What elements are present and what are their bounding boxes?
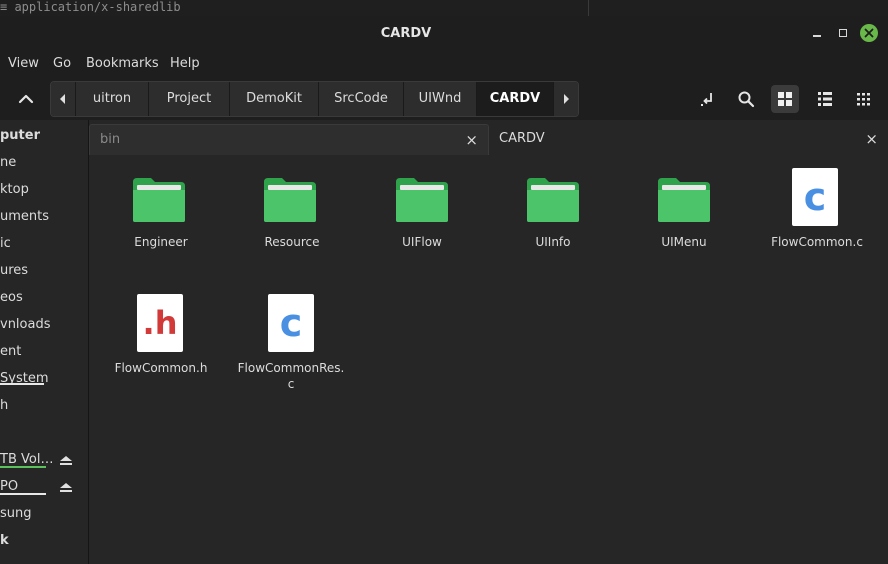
- background-window-text: ≡ application/x-sharedlib: [0, 0, 181, 14]
- sidebar-item-recent[interactable]: ent: [0, 338, 21, 365]
- file-item[interactable]: .h FlowCommon.h: [101, 293, 221, 393]
- menu-bar: View Go Bookmarks Help: [0, 50, 888, 78]
- tab-label: bin: [100, 132, 121, 147]
- compact-icon: [857, 93, 870, 106]
- tab-cardv[interactable]: CARDV ×: [489, 124, 888, 154]
- go-up-button[interactable]: [12, 87, 40, 111]
- sidebar-item-tb-volume[interactable]: TB Vol…: [0, 446, 53, 473]
- title-bar: CARDV: [0, 16, 888, 50]
- eject-icon[interactable]: [60, 483, 72, 493]
- usage-bar: [0, 466, 46, 468]
- file-item[interactable]: c FlowCommon.c: [757, 168, 877, 260]
- close-icon: [864, 28, 874, 38]
- list-icon: [818, 92, 832, 106]
- search-button[interactable]: [732, 85, 760, 113]
- sidebar-header-computer: puter: [0, 128, 41, 143]
- c-file-icon: c: [792, 168, 838, 226]
- triangle-left-icon: [60, 94, 65, 104]
- location-icon: [701, 93, 712, 106]
- icon-view-button[interactable]: [771, 85, 799, 113]
- file-name: UIInfo: [535, 235, 571, 249]
- breadcrumb-uitron[interactable]: uitron: [75, 82, 148, 116]
- breadcrumb-demokit[interactable]: DemoKit: [229, 82, 318, 116]
- file-name: FlowCommonRes.: [237, 361, 345, 375]
- sidebar-item-downloads[interactable]: vnloads: [0, 311, 51, 338]
- breadcrumb-scroll-right[interactable]: [553, 82, 578, 116]
- usage-bar: [0, 383, 44, 385]
- sidebar-item-trash[interactable]: h: [0, 392, 8, 419]
- file-name: UIMenu: [661, 235, 707, 249]
- file-glyph: .h: [142, 304, 178, 342]
- triangle-right-icon: [564, 94, 569, 104]
- sidebar-item-videos[interactable]: eos: [0, 284, 23, 311]
- breadcrumb-srccode[interactable]: SrcCode: [318, 82, 403, 116]
- h-file-icon: .h: [137, 294, 183, 352]
- grid-icon: [778, 92, 792, 106]
- folder-icon: [133, 178, 185, 222]
- maximize-button[interactable]: [834, 24, 852, 42]
- file-glyph: c: [279, 301, 303, 345]
- window-title: CARDV: [380, 26, 432, 41]
- toolbar: uitron Project DemoKit SrcCode UIWnd CAR…: [0, 78, 888, 120]
- usage-bar: [0, 493, 46, 495]
- folder-item[interactable]: Engineer: [101, 170, 221, 260]
- file-view: bin × CARDV × Engineer Resource UIFlow U…: [89, 120, 888, 564]
- folder-icon: [264, 178, 316, 222]
- file-item[interactable]: c FlowCommonRes. c: [231, 293, 351, 403]
- file-name: FlowCommon.c: [771, 235, 863, 249]
- folder-item[interactable]: Resource: [232, 170, 352, 260]
- file-name-continued: c: [287, 377, 295, 391]
- close-tab-button[interactable]: ×: [865, 124, 878, 154]
- folder-icon: [658, 178, 710, 222]
- menu-help[interactable]: Help: [170, 50, 200, 78]
- search-icon: [738, 91, 755, 108]
- breadcrumb-scroll-left[interactable]: [51, 82, 75, 116]
- file-name: UIFlow: [402, 235, 442, 249]
- file-name: Resource: [264, 235, 320, 249]
- sidebar-item-home[interactable]: ne: [0, 149, 16, 176]
- file-glyph: c: [803, 175, 827, 219]
- sidebar-item-samsung[interactable]: sung: [0, 500, 32, 527]
- sidebar-item-music[interactable]: ic: [0, 230, 11, 257]
- sidebar-header-network: k: [0, 533, 9, 548]
- sidebar-item-file-system[interactable]: System: [0, 365, 48, 392]
- file-name: FlowCommon.h: [114, 361, 208, 375]
- folder-item[interactable]: UIFlow: [362, 170, 482, 260]
- compact-view-button[interactable]: [850, 85, 878, 113]
- list-view-button[interactable]: [811, 85, 839, 113]
- sidebar-item-pictures[interactable]: ures: [0, 257, 28, 284]
- breadcrumb-cardv[interactable]: CARDV: [476, 82, 553, 116]
- c-file-icon: c: [268, 294, 314, 352]
- folder-item[interactable]: UIInfo: [493, 170, 613, 260]
- sidebar-item-documents[interactable]: uments: [0, 203, 49, 230]
- close-tab-button[interactable]: ×: [465, 125, 478, 155]
- menu-go[interactable]: Go: [53, 50, 71, 78]
- sidebar: puter ne ktop uments ic ures eos vnloads…: [0, 120, 88, 564]
- folder-icon: [396, 178, 448, 222]
- sidebar-item-po[interactable]: PO: [0, 473, 18, 500]
- divider: [588, 0, 589, 16]
- sidebar-item-desktop[interactable]: ktop: [0, 176, 29, 203]
- breadcrumb: uitron Project DemoKit SrcCode UIWnd CAR…: [50, 81, 579, 117]
- breadcrumb-project[interactable]: Project: [148, 82, 229, 116]
- minimize-button[interactable]: [808, 24, 826, 42]
- chevron-up-icon: [18, 94, 34, 104]
- file-name: Engineer: [134, 235, 188, 249]
- background-window-strip: ≡ application/x-sharedlib: [0, 0, 888, 17]
- tab-label: CARDV: [499, 131, 545, 146]
- close-window-button[interactable]: [860, 24, 878, 42]
- tab-bin[interactable]: bin ×: [89, 124, 489, 155]
- menu-bookmarks[interactable]: Bookmarks: [86, 50, 159, 78]
- folder-item[interactable]: UIMenu: [624, 170, 744, 260]
- toggle-location-button[interactable]: [694, 85, 722, 113]
- eject-icon[interactable]: [60, 456, 72, 466]
- folder-icon: [527, 178, 579, 222]
- breadcrumb-uiwnd[interactable]: UIWnd: [403, 82, 476, 116]
- menu-view[interactable]: View: [8, 50, 39, 78]
